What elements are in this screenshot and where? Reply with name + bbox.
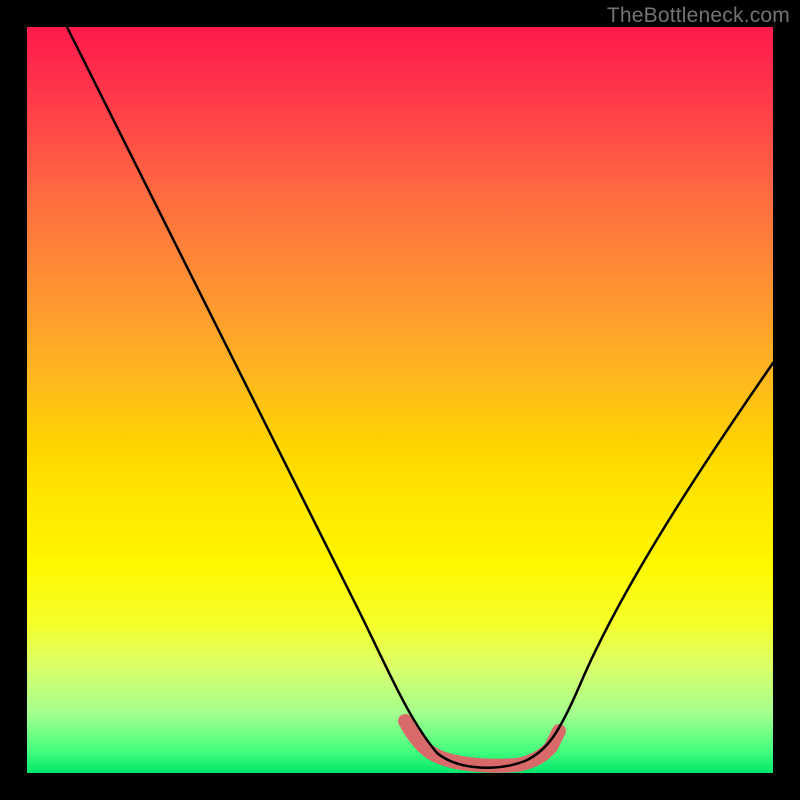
chart-frame: TheBottleneck.com: [0, 0, 800, 800]
curve-main: [67, 27, 773, 768]
plot-area: [27, 27, 773, 773]
bottleneck-curve: [27, 27, 773, 773]
watermark-text: TheBottleneck.com: [607, 4, 790, 28]
curve-highlight: [405, 721, 559, 766]
